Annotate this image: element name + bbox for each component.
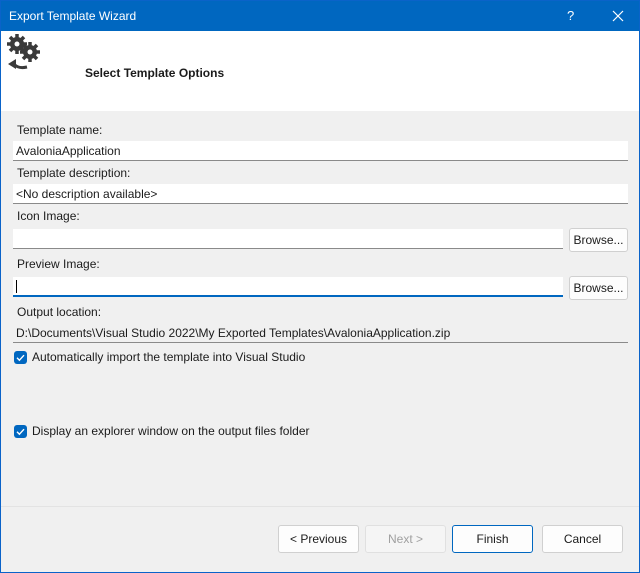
template-name-input[interactable]: AvaloniaApplication xyxy=(13,141,628,161)
explorer-window-label: Display an explorer window on the output… xyxy=(32,424,310,438)
icon-image-input[interactable] xyxy=(13,229,563,249)
output-location-label: Output location: xyxy=(17,305,102,319)
explorer-window-checkbox[interactable] xyxy=(14,425,27,438)
text-caret xyxy=(16,280,17,293)
checkmark-icon xyxy=(16,428,25,436)
template-description-input[interactable]: <No description available> xyxy=(13,184,628,204)
icon-image-browse-button[interactable]: Browse... xyxy=(569,228,628,252)
auto-import-label: Automatically import the template into V… xyxy=(32,350,306,364)
template-name-label: Template name: xyxy=(17,123,103,137)
auto-import-checkbox[interactable] xyxy=(14,351,27,364)
icon-image-label: Icon Image: xyxy=(17,209,80,223)
output-location-field: D:\Documents\Visual Studio 2022\My Expor… xyxy=(13,323,628,343)
gears-export-icon xyxy=(5,33,45,78)
preview-image-label: Preview Image: xyxy=(17,257,100,271)
footer-divider xyxy=(1,506,639,507)
checkmark-icon xyxy=(16,354,25,362)
help-button[interactable]: ? xyxy=(567,8,574,23)
cancel-button[interactable]: Cancel xyxy=(542,525,623,553)
page-title: Select Template Options xyxy=(85,66,225,80)
finish-button[interactable]: Finish xyxy=(452,525,533,553)
next-button[interactable]: Next > xyxy=(365,525,446,553)
previous-button[interactable]: < Previous xyxy=(278,525,359,553)
export-template-wizard-window: Export Template Wizard ? Select Template… xyxy=(0,0,640,573)
template-description-label: Template description: xyxy=(17,166,131,180)
title-bar: Export Template Wizard ? xyxy=(1,1,639,31)
wizard-header: Select Template Options xyxy=(1,31,639,111)
preview-image-input[interactable] xyxy=(13,277,563,297)
window-title: Export Template Wizard xyxy=(9,9,137,23)
preview-image-browse-button[interactable]: Browse... xyxy=(569,276,628,300)
close-icon[interactable] xyxy=(607,5,629,27)
